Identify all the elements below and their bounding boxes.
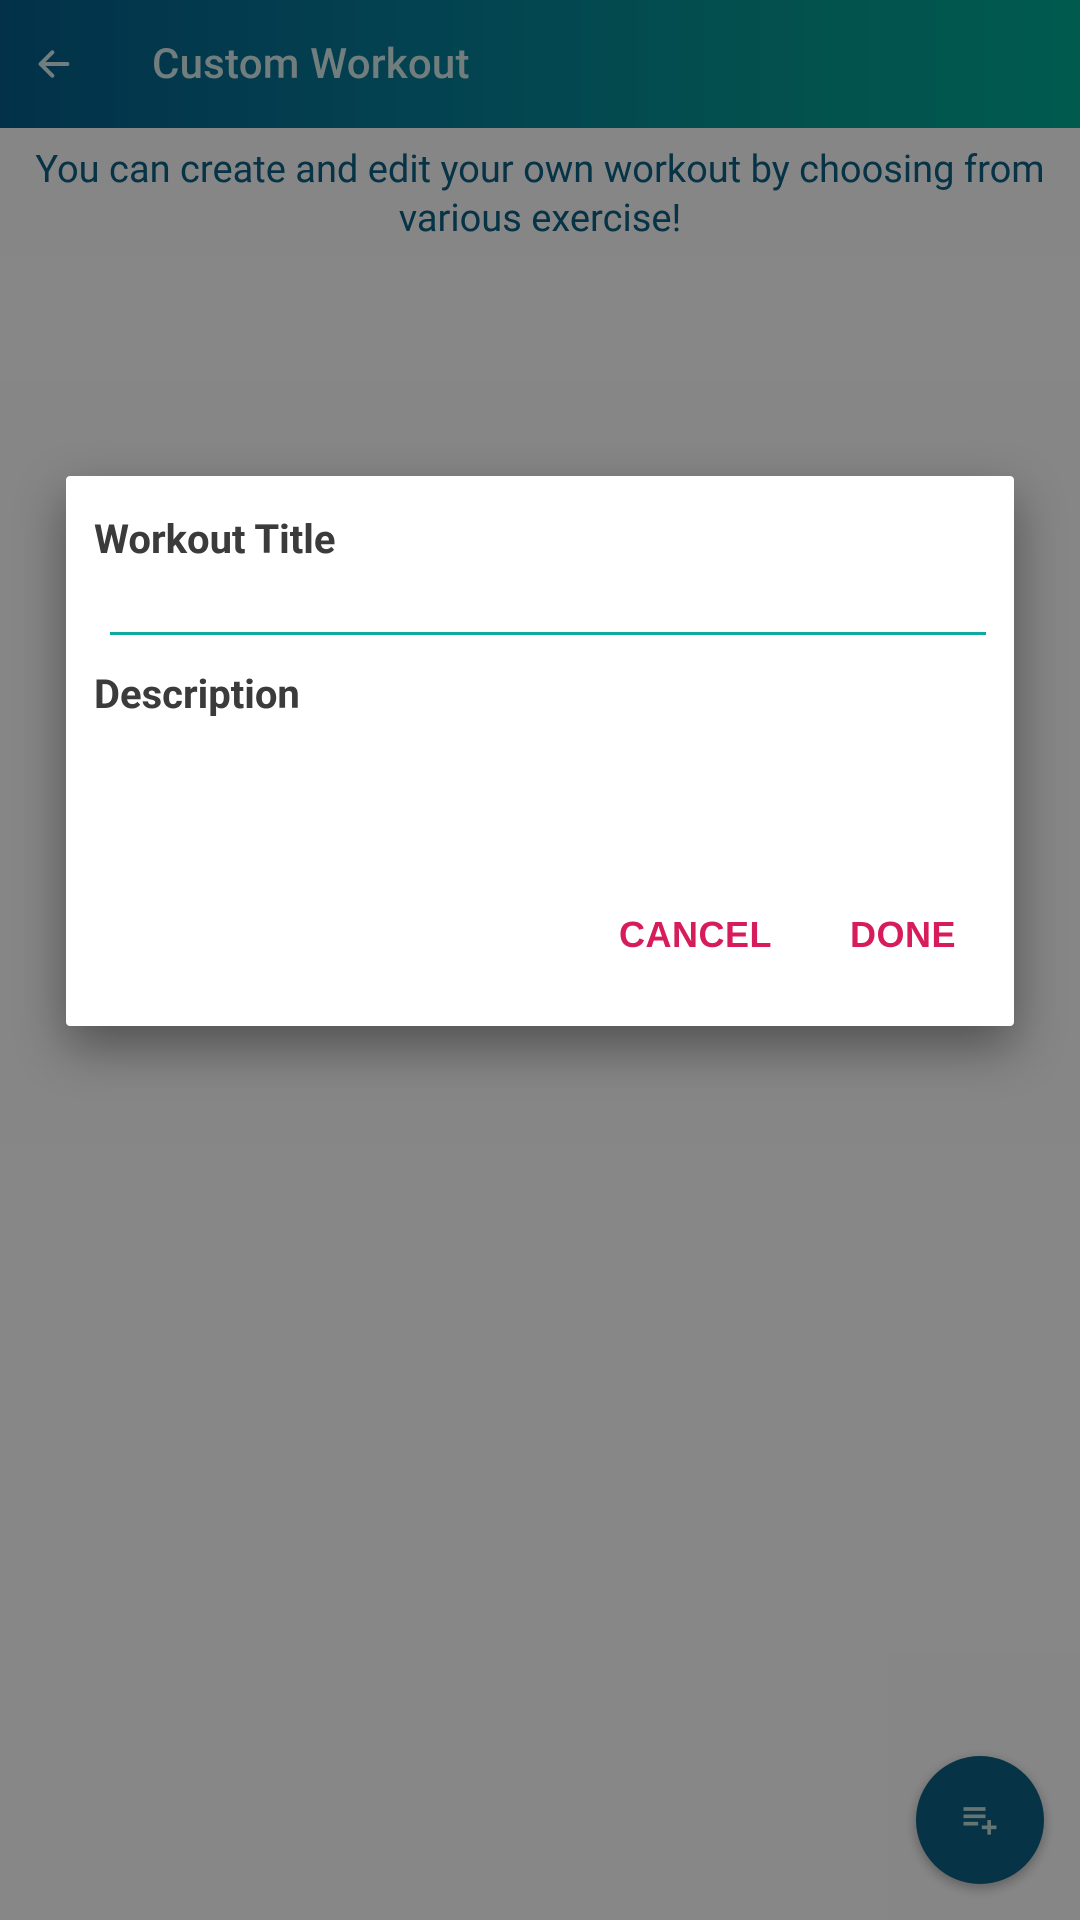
- cancel-button[interactable]: CANCEL: [619, 914, 772, 956]
- workout-description-label: Description: [94, 671, 986, 718]
- dialog-action-row: CANCEL DONE: [94, 888, 986, 994]
- workout-title-input[interactable]: [110, 583, 986, 635]
- done-button[interactable]: DONE: [850, 914, 956, 956]
- workout-title-label: Workout Title: [94, 516, 986, 563]
- create-workout-dialog: Workout Title Description CANCEL DONE: [66, 476, 1014, 1026]
- workout-description-input[interactable]: [94, 738, 986, 888]
